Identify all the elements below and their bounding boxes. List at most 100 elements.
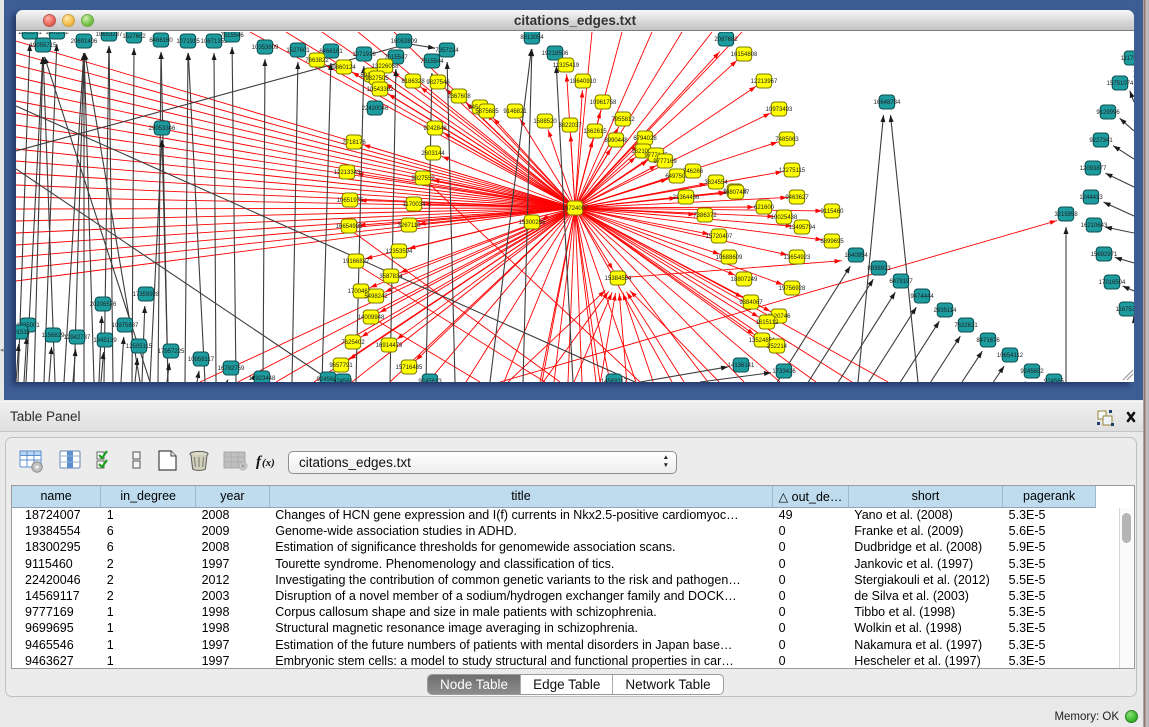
- svg-text:8471676: 8471676: [976, 338, 1000, 344]
- svg-text:3215958: 3215958: [1054, 212, 1078, 218]
- svg-text:9245613: 9245613: [418, 379, 442, 382]
- svg-text:5875685: 5875685: [475, 109, 499, 115]
- svg-text:6466160: 6466160: [149, 38, 173, 44]
- svg-text:2087682: 2087682: [714, 37, 738, 43]
- svg-text:9245652: 9245652: [1020, 369, 1044, 375]
- svg-text:1117563: 1117563: [1121, 56, 1134, 62]
- svg-text:8990448: 8990448: [604, 138, 628, 144]
- svg-text:10958117: 10958117: [188, 357, 215, 363]
- svg-text:1905572: 1905572: [45, 32, 69, 36]
- svg-text:9242848: 9242848: [423, 126, 447, 132]
- svg-text:7357224: 7357224: [435, 48, 459, 54]
- svg-text:10543362: 10543362: [367, 87, 394, 93]
- svg-text:7663822: 7663822: [305, 58, 329, 64]
- svg-text:19756928: 19756928: [779, 286, 806, 292]
- svg-text:1615112: 1615112: [756, 320, 780, 326]
- svg-text:1588520: 1588520: [533, 119, 557, 125]
- svg-text:29053346: 29053346: [149, 126, 176, 132]
- svg-text:10654112: 10654112: [997, 353, 1024, 359]
- svg-text:9384067: 9384067: [739, 300, 763, 306]
- svg-text:19055715: 19055715: [30, 43, 57, 49]
- svg-text:16648784: 16648784: [874, 100, 901, 106]
- svg-text:1640954: 1640954: [844, 253, 868, 259]
- svg-text:3587834: 3587834: [379, 274, 403, 280]
- svg-text:12213967: 12213967: [751, 79, 778, 85]
- svg-text:11325419: 11325419: [553, 63, 580, 69]
- svg-text:9860124: 9860124: [332, 65, 356, 71]
- svg-text:6794028: 6794028: [633, 136, 657, 142]
- svg-text:20691406: 20691406: [71, 39, 98, 45]
- svg-text:9227341: 9227341: [1089, 138, 1113, 144]
- svg-text:8938923: 8938923: [867, 266, 891, 272]
- svg-text:3824554: 3824554: [704, 180, 728, 186]
- svg-text:8813054: 8813054: [520, 35, 544, 41]
- svg-text:10961758: 10961758: [590, 100, 617, 106]
- svg-text:621600: 621600: [754, 205, 775, 211]
- svg-text:12275115: 12275115: [779, 168, 806, 174]
- svg-text:1362615: 1362615: [583, 129, 607, 135]
- svg-text:1527602: 1527602: [122, 34, 146, 40]
- svg-text:10353809: 10353809: [252, 45, 279, 51]
- svg-text:10973493: 10973493: [766, 107, 793, 113]
- svg-text:924565: 924565: [1044, 379, 1065, 382]
- svg-text:391531: 391531: [16, 330, 31, 336]
- svg-text:3267110: 3267110: [398, 223, 422, 229]
- svg-text:16782759: 16782759: [218, 366, 245, 372]
- svg-text:12213343: 12213343: [334, 170, 361, 176]
- svg-text:5498242: 5498242: [364, 294, 388, 300]
- svg-text:17359928: 17359928: [133, 292, 160, 298]
- svg-text:7515544: 7515544: [420, 59, 444, 65]
- svg-text:19218506: 19218506: [542, 51, 569, 57]
- svg-text:15716485: 15716485: [396, 365, 423, 371]
- svg-text:2603144: 2603144: [421, 151, 445, 157]
- svg-text:16654985: 16654985: [336, 224, 363, 230]
- svg-text:9327505: 9327505: [365, 76, 389, 82]
- svg-text:9827546: 9827546: [426, 80, 450, 86]
- svg-text:21364456: 21364456: [673, 195, 700, 201]
- svg-text:13226058: 13226058: [372, 64, 399, 70]
- svg-text:15300295: 15300295: [519, 220, 546, 226]
- svg-text:1156829: 1156829: [42, 333, 66, 339]
- svg-text:15720407: 15720407: [706, 234, 733, 240]
- svg-text:9115460: 9115460: [821, 209, 845, 215]
- svg-text:9463627: 9463627: [785, 195, 809, 201]
- svg-text:15384554: 15384554: [605, 276, 632, 282]
- svg-text:13654923: 13654923: [784, 255, 811, 261]
- svg-text:1071916: 1071916: [352, 52, 376, 58]
- svg-text:6899695: 6899695: [820, 239, 844, 245]
- svg-text:16053809: 16053809: [391, 39, 418, 45]
- svg-text:1527601: 1527601: [286, 48, 310, 54]
- svg-text:8186328: 8186328: [401, 79, 425, 85]
- svg-text:7955812: 7955812: [611, 117, 635, 123]
- svg-text:2935114: 2935114: [934, 308, 958, 314]
- svg-text:17957225: 17957225: [158, 349, 185, 355]
- svg-text:1244413: 1244413: [1079, 195, 1103, 201]
- svg-text:16154808: 16154808: [731, 52, 758, 58]
- svg-text:15751074: 15751074: [1107, 81, 1134, 87]
- svg-text:20206576: 20206576: [90, 302, 117, 308]
- svg-text:10807487: 10807487: [723, 190, 750, 196]
- svg-text:7632621: 7632621: [954, 323, 978, 329]
- svg-text:924561: 924561: [333, 379, 354, 382]
- svg-text:6479197: 6479197: [889, 279, 913, 285]
- svg-text:1167534: 1167534: [1116, 307, 1134, 313]
- svg-text:16210643: 16210643: [1081, 223, 1108, 229]
- svg-text:22420046: 22420046: [362, 106, 389, 112]
- svg-text:252214: 252214: [767, 344, 788, 350]
- svg-text:9146821: 9146821: [503, 109, 527, 115]
- svg-text:17016504: 17016504: [1099, 280, 1126, 286]
- svg-text:9827552: 9827552: [411, 176, 435, 182]
- svg-text:2005571: 2005571: [18, 32, 42, 36]
- svg-text:14009948: 14009948: [358, 315, 385, 321]
- svg-text:12942737: 12942737: [64, 335, 91, 341]
- svg-text:12505115: 12505115: [126, 344, 153, 350]
- svg-text:10651975: 10651975: [337, 198, 364, 204]
- svg-text:9777169: 9777169: [653, 159, 677, 165]
- svg-text:7386372: 7386372: [693, 213, 717, 219]
- svg-text:9129996: 9129996: [1096, 110, 1120, 116]
- svg-text:1345139: 1345139: [93, 338, 117, 344]
- svg-text:18724007: 18724007: [562, 206, 589, 212]
- svg-text:10975887: 10975887: [112, 323, 139, 329]
- svg-text:10688609: 10688609: [716, 255, 743, 261]
- svg-text:1733426: 1733426: [772, 369, 796, 375]
